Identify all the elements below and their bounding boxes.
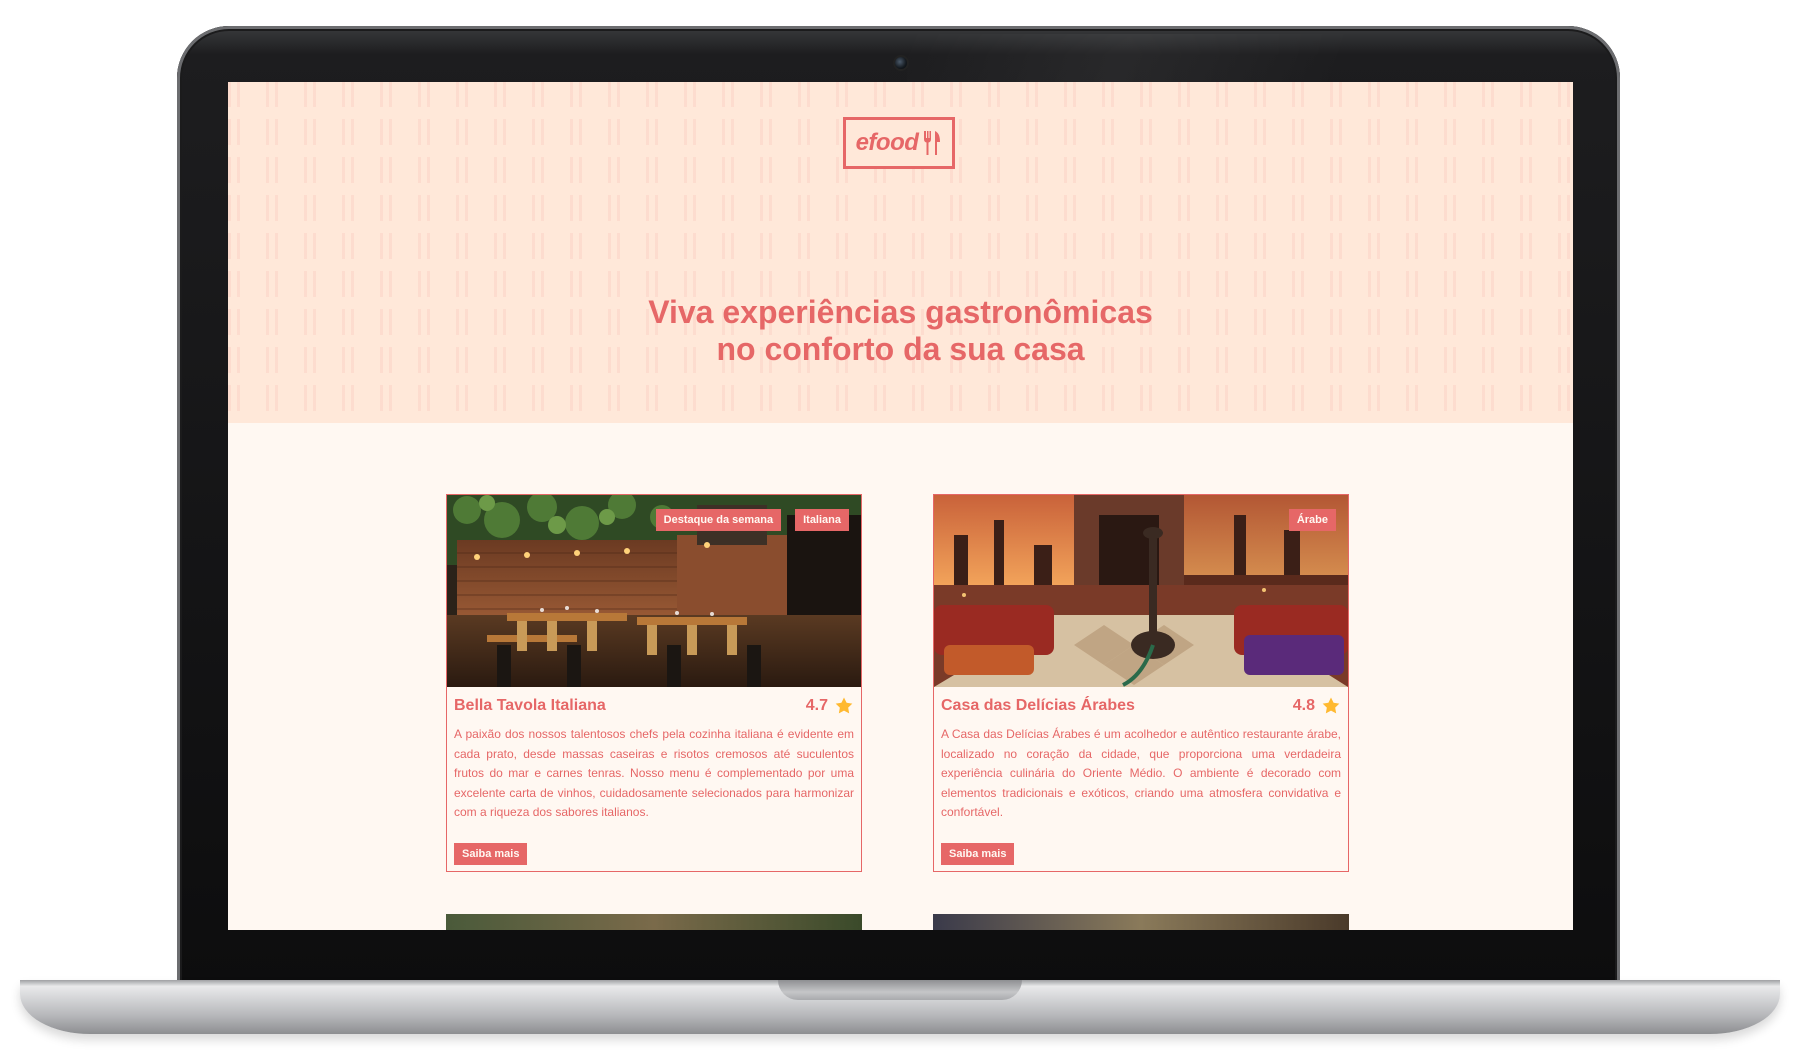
- restaurant-card-casa-delicias: Árabe Casa das Delícias Árabes 4.8 A Cas…: [933, 494, 1349, 872]
- tag-cuisine: Italiana: [795, 509, 849, 531]
- tag-featured: Destaque da semana: [655, 509, 782, 531]
- restaurant-card-peek: [446, 914, 862, 930]
- hero-title-line2: no conforto da sua casa: [716, 331, 1085, 367]
- rating-value: 4.7: [805, 697, 828, 714]
- card-header: Casa das Delícias Árabes 4.8: [934, 687, 1348, 719]
- restaurant-rating: 4.8: [1293, 696, 1341, 716]
- restaurant-photo: Destaque da semana Italiana: [447, 495, 861, 687]
- restaurant-description: A paixão dos nossos talentosos chefs pel…: [454, 727, 854, 819]
- card-header: Bella Tavola Italiana 4.7: [447, 687, 861, 719]
- cutlery-icon: [924, 131, 941, 155]
- restaurant-name: Casa das Delícias Árabes: [941, 697, 1135, 714]
- laptop-mockup: efood Viva experiências gastronômicas no…: [0, 0, 1797, 1063]
- rating-value: 4.8: [1292, 697, 1315, 714]
- hero-title: Viva experiências gastronômicas no confo…: [228, 294, 1573, 368]
- tag-list: Destaque da semana Italiana: [655, 509, 849, 531]
- efood-logo[interactable]: efood: [843, 117, 955, 169]
- tag-cuisine: Árabe: [1288, 509, 1336, 531]
- restaurant-description: A Casa das Delícias Árabes é um acolhedo…: [941, 727, 1341, 819]
- learn-more-button[interactable]: Saiba mais: [454, 843, 528, 865]
- star-icon: [835, 697, 853, 714]
- hero-banner: efood Viva experiências gastronômicas no…: [228, 82, 1573, 423]
- restaurant-card-peek: [933, 914, 1349, 930]
- logo-text: efood: [855, 129, 919, 156]
- laptop-screen: efood Viva experiências gastronômicas no…: [228, 82, 1573, 930]
- restaurant-rating: 4.7: [806, 696, 854, 716]
- camera-icon: [895, 57, 907, 69]
- laptop-notch: [778, 980, 1022, 1000]
- restaurant-name: Bella Tavola Italiana: [454, 697, 606, 714]
- hero-title-line1: Viva experiências gastronômicas: [648, 294, 1153, 330]
- tag-list: Árabe: [1288, 509, 1336, 531]
- restaurant-card-bella-tavola: Destaque da semana Italiana Bella Tavola…: [446, 494, 862, 872]
- learn-more-button[interactable]: Saiba mais: [941, 843, 1015, 865]
- star-icon: [1322, 697, 1340, 714]
- restaurant-photo-illustration: [934, 495, 1348, 687]
- restaurant-photo: Árabe: [934, 495, 1348, 687]
